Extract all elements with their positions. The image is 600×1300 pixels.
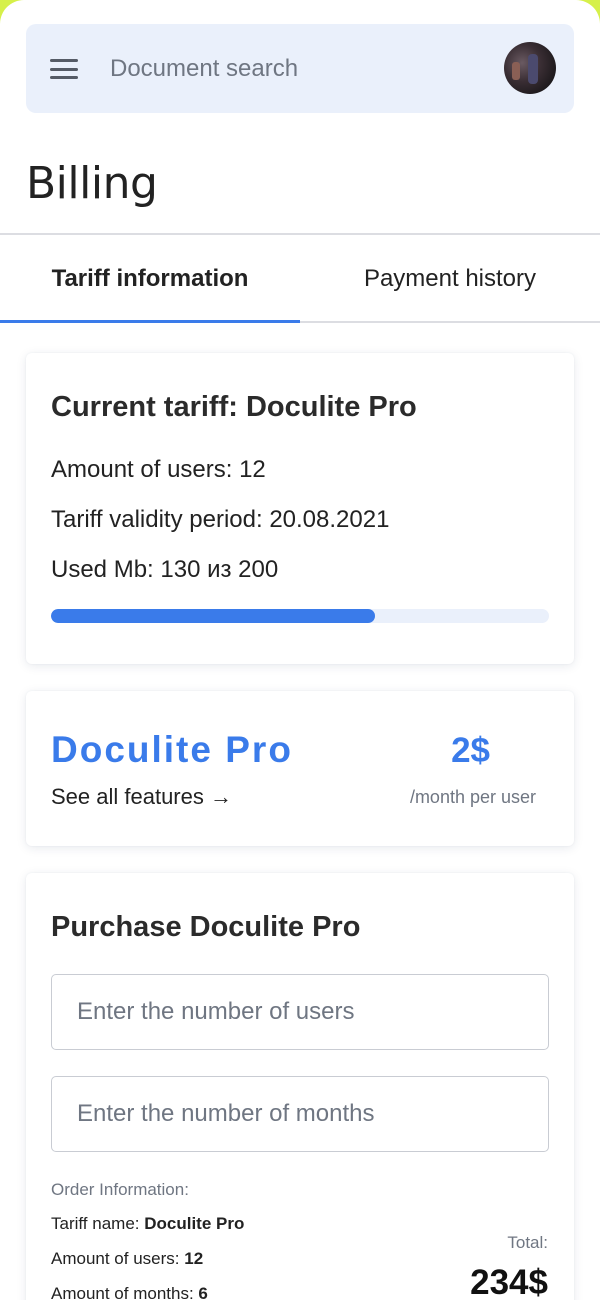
divider — [0, 233, 600, 235]
app-page: Billing Tariff information Payment histo… — [0, 0, 600, 1300]
total-value: 234$ — [470, 1263, 548, 1300]
plan-card: Doculite Pro See all features → 2$ /mont… — [26, 691, 574, 846]
avatar[interactable] — [504, 42, 556, 94]
tab-payment-history[interactable]: Payment history — [300, 236, 600, 322]
plan-price-unit: /month per user — [409, 787, 536, 807]
order-months-amount: Amount of months: 6 — [51, 1284, 208, 1300]
order-users-amount: Amount of users: 12 — [51, 1249, 203, 1269]
storage-progress-bar — [51, 609, 549, 623]
validity-period-text: Tariff validity period: 20.08.2021 — [51, 506, 390, 533]
active-tab-indicator — [0, 320, 300, 323]
current-tariff-title: Current tariff: Doculite Pro — [51, 391, 417, 423]
order-months-label: Amount of months: — [51, 1284, 199, 1300]
current-tariff-card: Current tariff: Doculite Pro Amount of u… — [26, 353, 574, 664]
order-tariff-value: Doculite Pro — [144, 1214, 245, 1233]
hamburger-menu-icon[interactable] — [50, 59, 78, 79]
months-count-input[interactable] — [51, 1076, 549, 1152]
used-storage-text: Used Mb: 130 из 200 — [51, 556, 279, 583]
storage-progress-fill — [51, 609, 375, 623]
plan-name: Doculite Pro — [51, 729, 293, 770]
search-bar — [26, 24, 574, 113]
total-label: Total: — [507, 1233, 548, 1252]
plan-price: 2$ — [451, 731, 490, 770]
users-amount-text: Amount of users: 12 — [51, 456, 266, 483]
purchase-card: Purchase Doculite Pro Order Information:… — [26, 873, 574, 1300]
page-title: Billing — [26, 158, 158, 209]
users-count-input[interactable] — [51, 974, 549, 1050]
search-input[interactable] — [110, 46, 470, 92]
see-all-features-link[interactable]: See all features → — [51, 784, 232, 810]
order-tariff-name: Tariff name: Doculite Pro — [51, 1214, 244, 1234]
order-users-value: 12 — [184, 1249, 204, 1268]
order-information-heading: Order Information: — [51, 1180, 189, 1199]
order-months-value: 6 — [198, 1284, 208, 1300]
order-users-label: Amount of users: — [51, 1249, 185, 1268]
purchase-title: Purchase Doculite Pro — [51, 911, 361, 943]
order-tariff-label: Tariff name: — [51, 1214, 145, 1233]
tab-tariff-information[interactable]: Tariff information — [0, 236, 300, 322]
